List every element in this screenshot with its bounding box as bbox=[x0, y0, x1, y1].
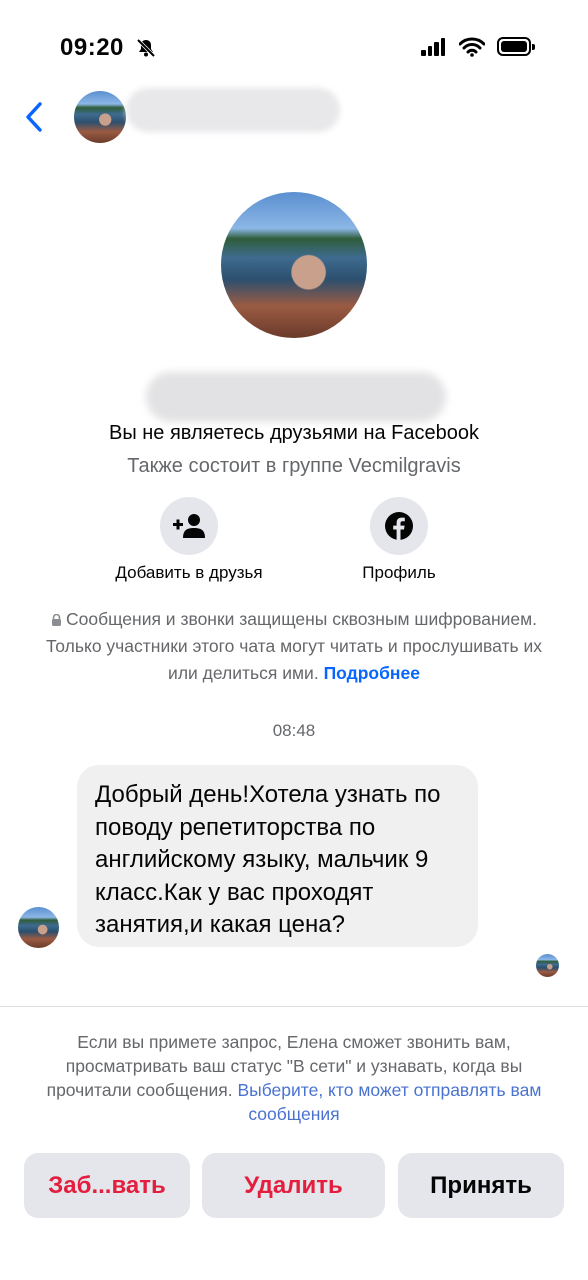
battery-icon bbox=[497, 37, 535, 56]
lock-icon bbox=[51, 607, 62, 626]
profile-label[interactable]: Профиль bbox=[330, 563, 468, 583]
mute-bell-icon bbox=[136, 38, 156, 58]
profile-avatar[interactable] bbox=[221, 192, 367, 338]
encryption-text: Сообщения и звонки защищены сквозным шиф… bbox=[45, 609, 542, 683]
facebook-logo-icon bbox=[385, 512, 413, 540]
not-friends-text: Вы не являетесь друзьями на Facebook bbox=[108, 422, 479, 444]
header-avatar[interactable] bbox=[74, 91, 126, 143]
encryption-notice: Сообщения и звонки защищены сквозным шиф… bbox=[34, 606, 554, 687]
delete-button[interactable]: Удалить bbox=[202, 1153, 385, 1218]
add-friend-button[interactable] bbox=[160, 497, 218, 555]
add-person-icon bbox=[173, 514, 205, 538]
divider bbox=[0, 1006, 588, 1007]
request-notice: Если вы примете запрос, Елена сможет зво… bbox=[30, 1030, 558, 1126]
seen-indicator-avatar bbox=[536, 954, 559, 977]
learn-more-link[interactable]: Подробнее bbox=[324, 663, 420, 683]
wifi-icon bbox=[459, 37, 485, 57]
status-time: 09:20 bbox=[60, 34, 124, 61]
back-chevron-icon[interactable] bbox=[20, 98, 50, 138]
message-bubble[interactable]: Добрый день!Хотела узнать по поводу репе… bbox=[77, 765, 478, 947]
block-button[interactable]: Заб...вать bbox=[24, 1153, 190, 1218]
header-name-redacted bbox=[126, 88, 340, 132]
profile-name-redacted bbox=[146, 372, 446, 422]
shared-group-text: Также состоит в группе Vecmilgravis bbox=[127, 455, 461, 477]
message-timestamp: 08:48 bbox=[272, 721, 316, 740]
sender-avatar[interactable] bbox=[18, 907, 59, 948]
add-friend-label[interactable]: Добавить в друзья bbox=[90, 563, 288, 583]
accept-button[interactable]: Принять bbox=[398, 1153, 564, 1218]
profile-button[interactable] bbox=[370, 497, 428, 555]
message-settings-link[interactable]: Выберите, кто может отправлять вам сообщ… bbox=[237, 1080, 541, 1124]
cellular-signal-icon bbox=[421, 38, 447, 56]
